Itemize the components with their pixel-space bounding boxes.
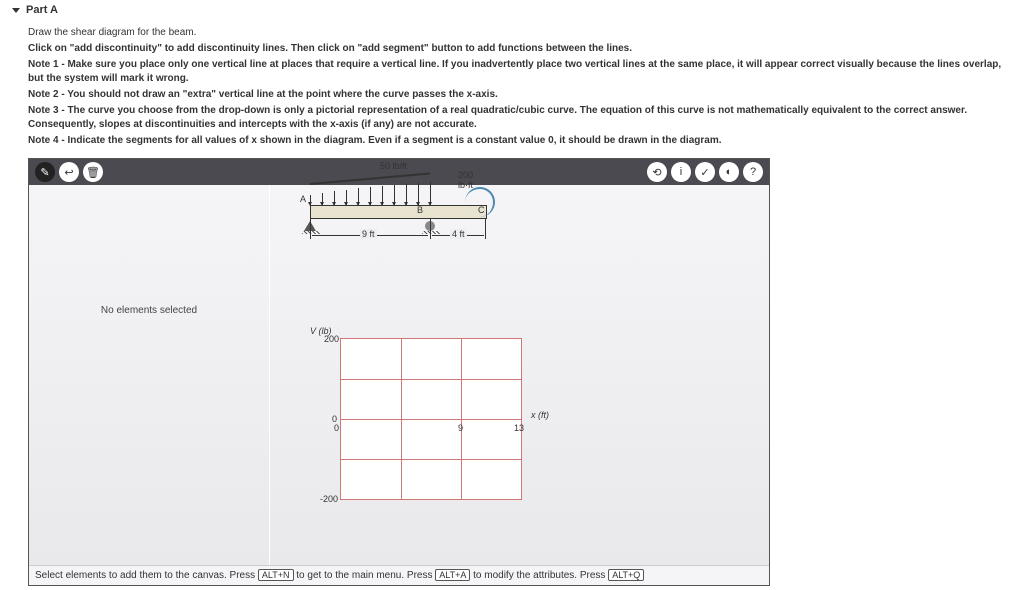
check-icon[interactable]: ✓ [695,162,715,182]
dim-tick [310,219,311,239]
reset-icon[interactable]: ⟲ [647,162,667,182]
xtick-9: 9 [458,423,463,433]
xtick-0: 0 [334,423,339,433]
note3: Note 3 - The curve you choose from the d… [28,104,1012,132]
label-a: A [300,194,306,204]
note1: Note 1 - Make sure you place only one ve… [28,58,1012,86]
hint-text: to modify the attributes. Press [473,570,608,581]
kbd-alta: ALT+A [435,569,470,581]
xtick-13: 13 [514,423,524,433]
load-label: 50 lb/ft [380,161,407,171]
hint-text: to get to the main menu. Press [296,570,435,581]
keyboard-hint: Select elements to add them to the canva… [29,565,769,585]
dim1-label: 9 ft [360,229,377,239]
hint-text: Select elements to add them to the canva… [35,570,258,581]
beam-body [310,205,487,219]
trash-icon[interactable]: 🗑 [83,162,103,182]
caret-down-icon [12,8,20,13]
kbd-altq: ALT+Q [608,569,644,581]
label-b: B [417,205,423,215]
undo-icon[interactable]: ↩ [59,162,79,182]
instruction-task: Draw the shear diagram for the beam. [28,26,1012,40]
part-header[interactable]: Part A [12,4,1012,16]
ytick-neg200: -200 [320,494,338,504]
drawing-editor: ✎ ↩ 🗑 ⟲ i ✓ ◐ ? No elements selected 50 … [28,158,770,586]
label-c: C [478,205,485,215]
note4: Note 4 - Indicate the segments for all v… [28,134,1012,148]
selection-panel: No elements selected [29,185,270,565]
graph-grid [340,338,522,500]
note2: Note 2 - You should not draw an "extra" … [28,88,1012,102]
x-axis-label: x (ft) [531,410,549,420]
distributed-load [310,181,430,205]
roller-base [422,231,440,234]
dim-tick [430,219,431,239]
diagram-area[interactable]: 50 lb/ft 200 lb·ft [270,185,769,565]
help-icon[interactable]: ? [743,162,763,182]
beam-diagram: 50 lb/ft 200 lb·ft [310,205,487,219]
shear-graph[interactable]: V (lb) 200 0 -200 0 9 13 x (ft) [310,310,550,520]
dim2-label: 4 ft [450,229,467,239]
part-label: Part A [26,4,58,16]
view-icon[interactable]: ◐ [719,162,739,182]
pin-base [302,231,320,234]
ytick-200: 200 [324,334,339,344]
dim-tick [485,219,486,239]
instructions-block: Draw the shear diagram for the beam. Cli… [28,26,1012,148]
no-selection-text: No elements selected [101,305,197,316]
info-icon[interactable]: i [671,162,691,182]
editor-canvas[interactable]: No elements selected 50 lb/ft 200 lb·ft [29,185,769,565]
instruction-intro: Click on "add discontinuity" to add disc… [28,42,1012,56]
kbd-altn: ALT+N [258,569,294,581]
pencil-icon[interactable]: ✎ [35,162,55,182]
